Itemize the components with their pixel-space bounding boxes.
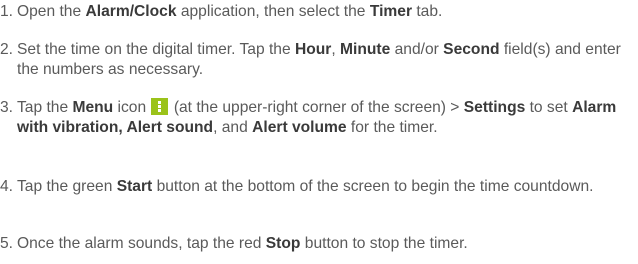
text-run: for the timer. <box>346 119 438 136</box>
step-text: Set the time on the digital timer. Tap t… <box>17 40 632 80</box>
step-2: 2. Set the time on the digital timer. Ta… <box>0 40 632 80</box>
step-5: 5. Once the alarm sounds, tap the red St… <box>0 234 632 254</box>
text-run: Tap the <box>17 99 73 116</box>
step-4: 4. Tap the green Start button at the bot… <box>0 177 632 197</box>
field-name: Minute <box>340 41 391 58</box>
icon-name: Menu <box>72 99 114 116</box>
step-3: 3. Tap the Menu icon (at the upper-right… <box>0 98 632 138</box>
button-name: Start <box>116 178 153 195</box>
instruction-list: 1. Open the Alarm/Clock application, the… <box>0 0 638 264</box>
text-run: Set the time on the digital timer. Tap t… <box>17 41 295 58</box>
button-name: Stop <box>265 235 301 252</box>
text-run: , <box>331 41 341 58</box>
setting-name: Alert volume <box>252 119 347 136</box>
step-number: 5. <box>0 235 14 252</box>
text-run: icon <box>113 99 151 116</box>
menu-icon <box>151 98 169 115</box>
text-run: Open the <box>17 3 86 20</box>
text-run: to set <box>525 99 573 116</box>
text-run: button to stop the timer. <box>300 235 468 252</box>
app-name: Alarm/Clock <box>85 3 177 20</box>
text-run: Tap the green <box>17 178 117 195</box>
text-run: tab. <box>412 3 443 20</box>
text-run: , and <box>213 119 253 136</box>
step-number: 3. <box>0 99 14 116</box>
text-run: Once the alarm sounds, tap the red <box>17 235 266 252</box>
text-run: button at the bottom of the screen to be… <box>152 178 594 195</box>
text-run: (at the upper-right corner of the screen… <box>169 99 464 116</box>
step-text: Once the alarm sounds, tap the red Stop … <box>17 234 632 254</box>
step-text: Tap the Menu icon (at the upper-right co… <box>17 98 632 138</box>
step-1: 1. Open the Alarm/Clock application, the… <box>0 2 632 22</box>
step-number: 2. <box>0 41 14 58</box>
step-text: Open the Alarm/Clock application, then s… <box>17 2 632 22</box>
step-text: Tap the green Start button at the bottom… <box>17 177 632 197</box>
field-name: Second <box>443 41 500 58</box>
field-name: Hour <box>294 41 332 58</box>
text-run: and/or <box>390 41 444 58</box>
text-run: application, then select the <box>176 3 370 20</box>
menu-item-name: Settings <box>463 99 526 116</box>
tab-name: Timer <box>369 3 413 20</box>
step-number: 4. <box>0 178 14 195</box>
step-number: 1. <box>0 3 14 20</box>
